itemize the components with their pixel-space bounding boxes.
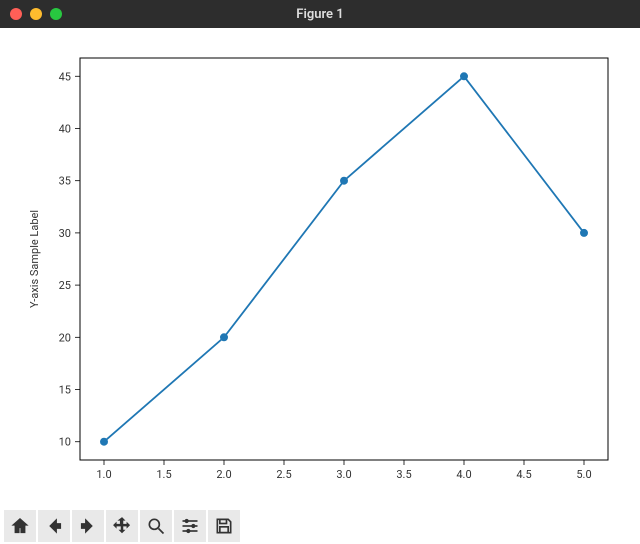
save-icon [214, 516, 234, 536]
svg-text:15: 15 [59, 384, 71, 397]
zoom-icon [146, 516, 166, 536]
window-title: Figure 1 [0, 7, 640, 22]
svg-text:20: 20 [59, 331, 71, 344]
pan-button[interactable] [106, 510, 138, 542]
svg-text:1.0: 1.0 [96, 468, 111, 481]
chart-canvas: 1.0 1.5 2.0 2.5 3.0 3.5 4.0 4.5 5.0 10 15 20 25 30 35 4… [0, 28, 640, 508]
svg-text:5.0: 5.0 [576, 468, 591, 481]
forward-button[interactable] [72, 510, 104, 542]
svg-text:3.5: 3.5 [396, 468, 411, 481]
maximize-icon[interactable] [50, 8, 62, 20]
home-icon [10, 516, 30, 536]
svg-text:1.5: 1.5 [156, 468, 171, 481]
window-controls [10, 8, 62, 20]
svg-text:2.0: 2.0 [216, 468, 231, 481]
zoom-button[interactable] [140, 510, 172, 542]
svg-text:40: 40 [59, 122, 71, 135]
svg-text:45: 45 [59, 70, 71, 83]
svg-text:10: 10 [59, 436, 71, 449]
save-button[interactable] [208, 510, 240, 542]
sliders-icon [180, 516, 200, 536]
close-icon[interactable] [10, 8, 22, 20]
svg-text:4.5: 4.5 [516, 468, 531, 481]
titlebar: Figure 1 [0, 0, 640, 28]
svg-text:25: 25 [59, 279, 71, 292]
svg-text:4.0: 4.0 [456, 468, 471, 481]
line-chart: 1.0 1.5 2.0 2.5 3.0 3.5 4.0 4.5 5.0 10 15 20 25 30 35 4… [0, 28, 640, 508]
home-button[interactable] [4, 510, 36, 542]
svg-text:Y-axis Sample Label: Y-axis Sample Label [28, 210, 41, 308]
back-button[interactable] [38, 510, 70, 542]
svg-text:3.0: 3.0 [336, 468, 351, 481]
arrow-right-icon [78, 516, 98, 536]
svg-text:30: 30 [59, 227, 71, 240]
minimize-icon[interactable] [30, 8, 42, 20]
svg-text:2.5: 2.5 [276, 468, 291, 481]
configure-button[interactable] [174, 510, 206, 542]
figure-window: Figure 1 1.0 1.5 2.0 2.5 3.0 3.5 4.0 4.5 5.0 10 15… [0, 0, 640, 544]
move-icon [112, 516, 132, 536]
svg-text:35: 35 [59, 175, 71, 188]
matplotlib-toolbar [0, 508, 640, 544]
arrow-left-icon [44, 516, 64, 536]
